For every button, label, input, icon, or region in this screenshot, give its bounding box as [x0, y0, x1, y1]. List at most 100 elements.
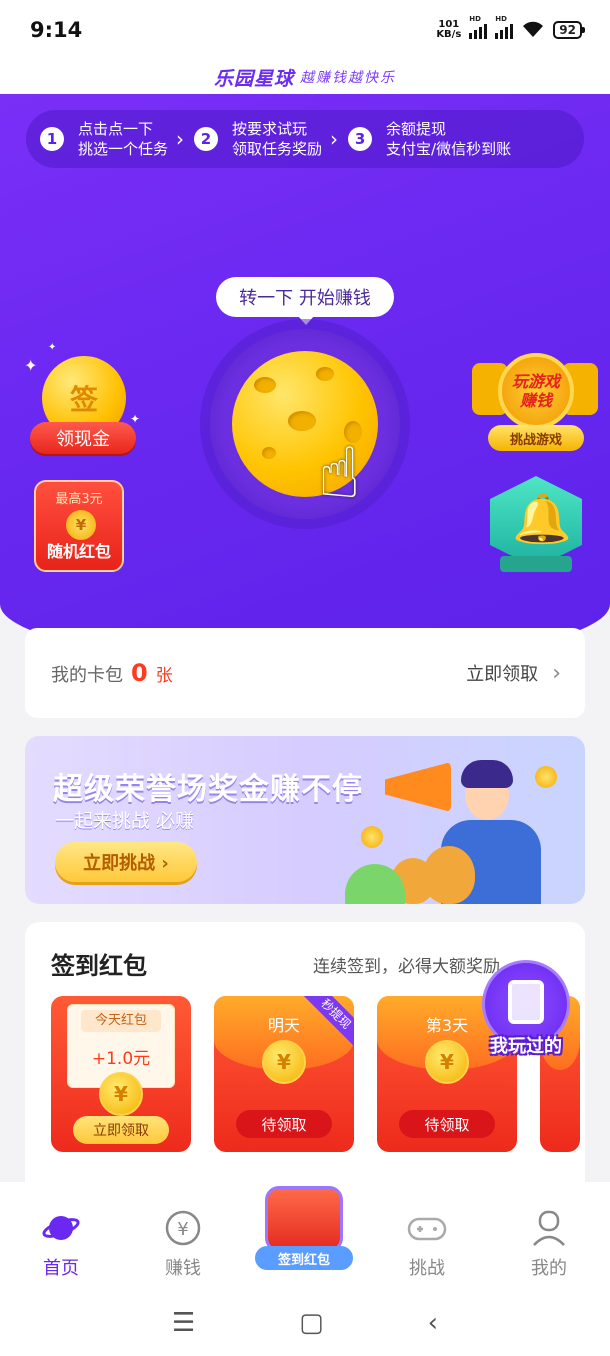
random-red-packet-button[interactable]: 最高3元 ¥ 随机红包: [34, 480, 124, 572]
hd-label: HD: [469, 15, 481, 23]
claim-now-button[interactable]: 立即领取: [73, 1116, 169, 1144]
megaphone-icon: [385, 762, 451, 812]
nav-signin-packet[interactable]: 签到红包: [255, 1180, 355, 1280]
net-speed-unit: KB/s: [436, 29, 462, 40]
step-line1: 点击点一下: [78, 120, 154, 138]
red-packet-max: 最高3元: [55, 492, 103, 507]
app-root: 9:14 101 KB/s HD HD 92 乐园星球 越赚钱越快乐 1 点击点…: [0, 0, 610, 1356]
gamepad-icon: [407, 1208, 447, 1248]
nav-label: 挑战: [409, 1258, 445, 1279]
step-3: 3 余额提现 支付宝/微信秒到账: [348, 119, 511, 159]
clipboard-icon: [508, 980, 544, 1024]
packet-amount: +1.0元: [91, 1049, 151, 1069]
pending-button[interactable]: 待领取: [236, 1110, 332, 1138]
wifi-icon: [523, 21, 544, 37]
step-number: 1: [40, 127, 64, 151]
svg-text:¥: ¥: [177, 1219, 188, 1240]
brand-logo: 乐园星球: [213, 67, 294, 90]
step-text: 按要求试玩 领取任务奖励: [232, 119, 322, 159]
status-icons: 101 KB/s HD HD 92: [436, 15, 585, 40]
battery-level: 92: [559, 23, 576, 37]
yen-coin-icon: ¥: [425, 1040, 469, 1084]
net-speed: 101 KB/s: [436, 20, 461, 40]
nav-label: 赚钱: [165, 1258, 201, 1279]
hd-label-2: HD: [495, 15, 507, 23]
nav-profile[interactable]: 我的: [499, 1208, 599, 1280]
pointer-hand-icon: ☝: [318, 432, 361, 514]
red-packet-icon: [265, 1186, 343, 1252]
step-line1: 按要求试玩: [232, 120, 308, 138]
game-badge-text: 玩游戏 赚钱: [511, 372, 560, 410]
bottom-nav: 首页 ¥ 赚钱 签到红包 挑战 我的: [0, 1182, 610, 1290]
packet-today[interactable]: 今天红包 +1.0元 ¥ 立即领取: [51, 996, 191, 1152]
step-line2: 领取任务奖励: [232, 140, 323, 158]
played-games-float-button[interactable]: 我玩过的: [478, 960, 574, 1060]
wallet-action: 立即领取: [466, 664, 539, 685]
step-line2: 挑选一个任务: [78, 140, 169, 158]
packet-tomorrow[interactable]: 明天 秒提现 ¥ 待领取: [214, 996, 354, 1152]
honor-challenge-banner[interactable]: 超级荣誉场奖金赚不停 一起来挑战 必赚 立即挑战 ›: [25, 736, 585, 904]
home-square-icon[interactable]: ▢: [299, 1308, 324, 1338]
coin-icon: [535, 766, 557, 788]
step-text: 点击点一下 挑选一个任务: [78, 119, 168, 159]
planet-icon: [41, 1208, 81, 1248]
wallet-info: 我的卡包 0 张: [51, 659, 173, 687]
brand-slogan: 越赚钱越快乐: [300, 70, 396, 86]
game-badge-label: 挑战游戏: [488, 425, 584, 451]
sign-in-cash-button[interactable]: ✦ ✦ ✦ 签 领现金: [24, 342, 140, 458]
hero-section: 1 点击点一下 挑选一个任务 › 2 按要求试玩 领取任务奖励 › 3 余额提现: [0, 94, 610, 664]
back-icon[interactable]: ‹: [428, 1308, 438, 1338]
badge-ribbon: [500, 556, 572, 572]
sparkle-icon: ✦: [130, 412, 141, 426]
chevron-right-icon: ›: [330, 127, 339, 151]
step-line2: 支付宝/微信秒到账: [386, 140, 512, 158]
nav-challenge[interactable]: 挑战: [377, 1208, 477, 1280]
step-text: 余额提现 支付宝/微信秒到账: [386, 119, 511, 159]
sparkle-icon: ✦: [48, 342, 57, 353]
packet-day: 今天红包: [81, 1010, 161, 1032]
wallet-label: 我的卡包: [51, 665, 123, 686]
nav-home[interactable]: 首页: [11, 1208, 111, 1280]
yen-coin-icon: ¥: [99, 1072, 143, 1116]
nav-earn[interactable]: ¥ 赚钱: [133, 1208, 233, 1280]
sign-label: 领现金: [30, 422, 136, 454]
sparkle-icon: ✦: [24, 356, 38, 375]
signal-icon: HD: [469, 15, 488, 39]
banner-title: 超级荣誉场奖金赚不停: [53, 772, 363, 807]
spin-hint-bubble: 转一下 开始赚钱: [216, 277, 394, 325]
banner-subtitle: 一起来挑战 必赚: [55, 810, 195, 832]
brand-bar: 乐园星球 越赚钱越快乐: [0, 60, 610, 94]
sign-coin-text: 签: [69, 383, 98, 416]
wallet-unit: 张: [155, 666, 173, 686]
signin-title: 签到红包: [51, 952, 147, 980]
status-bar: 9:14 101 KB/s HD HD 92: [0, 0, 610, 60]
profile-icon: [529, 1208, 569, 1248]
menu-icon[interactable]: ☰: [172, 1308, 195, 1338]
yen-coin-icon: ¥: [262, 1040, 306, 1084]
money-bag-icon: [423, 846, 475, 904]
bell-icon: 🔔: [512, 491, 572, 547]
steps-guide: 1 点击点一下 挑选一个任务 › 2 按要求试玩 领取任务奖励 › 3 余额提现: [26, 110, 584, 168]
chevron-right-icon: ›: [176, 127, 185, 151]
battery-icon: 92: [553, 21, 585, 39]
signal-icon-2: HD: [495, 15, 514, 39]
chevron-right-icon: ›: [552, 660, 561, 686]
step-line1: 余额提现: [386, 120, 447, 138]
signin-hint: 连续签到，必得大额奖励: [313, 957, 500, 977]
red-packet-label: 随机红包: [46, 542, 111, 561]
status-time: 9:14: [30, 18, 83, 42]
step-2: 2 按要求试玩 领取任务奖励: [194, 119, 322, 159]
yen-icon: ¥: [163, 1208, 203, 1248]
pending-button[interactable]: 待领取: [399, 1110, 495, 1138]
bell-badge-button[interactable]: 🔔: [490, 476, 582, 576]
wallet-claim-link[interactable]: 立即领取 ›: [466, 660, 561, 686]
card-wallet-row[interactable]: 我的卡包 0 张 立即领取 ›: [25, 628, 585, 718]
nav-label: 我的: [531, 1258, 567, 1279]
trophy-badge-icon: 玩游戏 赚钱: [498, 353, 574, 429]
banner-challenge-button[interactable]: 立即挑战 ›: [55, 842, 197, 882]
played-label: 我玩过的: [490, 1036, 562, 1057]
yen-coin-icon: ¥: [66, 510, 96, 540]
challenge-game-button[interactable]: 玩游戏 赚钱 挑战游戏: [472, 349, 598, 459]
nav-center-label: 签到红包: [255, 1246, 353, 1270]
spin-planet-button[interactable]: [210, 329, 400, 519]
